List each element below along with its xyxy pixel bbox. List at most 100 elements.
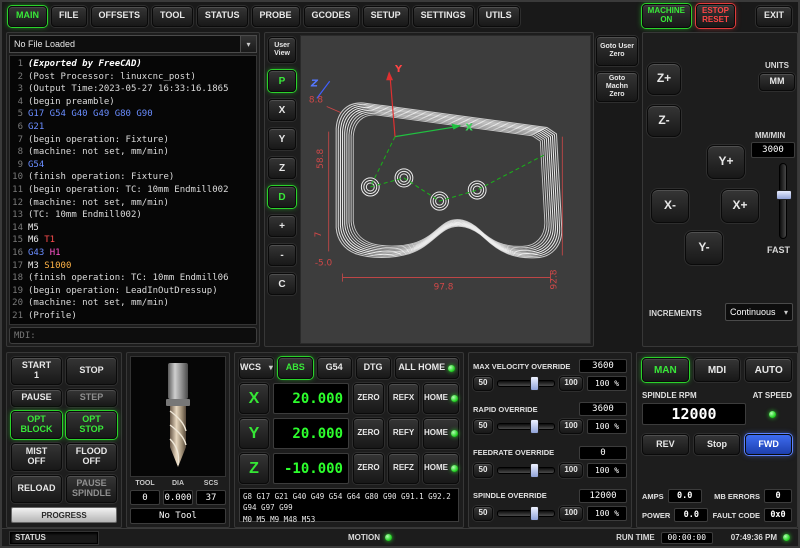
button-label: STOP — [79, 425, 103, 435]
view-button-+[interactable]: + — [268, 215, 296, 237]
override-slider[interactable] — [497, 510, 555, 517]
pause-spindle-button[interactable]: PAUSESPINDLE — [66, 475, 117, 503]
zero-z-button[interactable]: ZERO — [353, 453, 384, 484]
g54-button[interactable]: G54 — [317, 357, 352, 379]
axis-x-button[interactable]: X — [239, 383, 269, 414]
ref-x-button[interactable]: REFX — [388, 383, 419, 414]
override-value: 12000 — [579, 489, 627, 503]
pause-button[interactable]: PAUSE — [11, 389, 62, 407]
override-max-button[interactable]: 100 — [559, 376, 583, 391]
jog-x-minus-button[interactable]: X- — [651, 189, 689, 223]
jog-z-minus-button[interactable]: Z- — [647, 105, 681, 137]
view-button-user-view[interactable]: User View — [268, 37, 296, 63]
view-button-x[interactable]: X — [268, 99, 296, 121]
dro-value-x: 20.000 — [273, 383, 349, 414]
view-button-c[interactable]: C — [268, 273, 296, 295]
override-min-button[interactable]: 50 — [473, 376, 493, 391]
line-number: 4 — [10, 96, 28, 109]
home-x-button[interactable]: HOME — [423, 383, 459, 414]
override-max-button[interactable]: 100 — [559, 506, 583, 521]
spindle-fwd-button[interactable]: FWD — [745, 434, 792, 455]
tab-status[interactable]: STATUS — [197, 6, 248, 27]
home-z-button[interactable]: HOME — [423, 453, 459, 484]
man-mode-button[interactable]: MAN — [642, 358, 689, 382]
spindle-stop-button[interactable]: Stop — [694, 434, 741, 455]
opt-stop-button[interactable]: OPTSTOP — [66, 411, 117, 439]
goto-machn-zero-button[interactable]: Goto Machn Zero — [596, 72, 638, 102]
zero-y-button[interactable]: ZERO — [353, 418, 384, 449]
axis-y-button[interactable]: Y — [239, 418, 269, 449]
dtg-button[interactable]: DTG — [356, 357, 391, 379]
button-label: PAUSE — [21, 393, 51, 403]
jog-x-plus-button[interactable]: X+ — [721, 189, 759, 223]
slider-handle[interactable] — [530, 376, 539, 391]
view-button-z[interactable]: Z — [268, 157, 296, 179]
mdi-input[interactable] — [9, 327, 257, 344]
jog-z-plus-button[interactable]: Z+ — [647, 63, 681, 95]
flood-button[interactable]: FLOODOFF — [66, 443, 117, 471]
tab-settings[interactable]: SETTINGS — [413, 6, 474, 27]
slider-handle[interactable] — [776, 190, 792, 200]
abs-button[interactable]: ABS — [278, 357, 313, 379]
step-button[interactable]: STEP — [66, 389, 117, 407]
tab-tool[interactable]: TOOL — [152, 6, 193, 27]
tab-utils[interactable]: UTILS — [478, 6, 520, 27]
axis-z-button[interactable]: Z — [239, 453, 269, 484]
gcode-lines[interactable]: 1(Exported by FreeCAD)2(Post Processor: … — [9, 55, 257, 325]
preview-canvas[interactable]: X Y Z 97.8 92.8 58.8 8. — [300, 35, 591, 344]
increments-dropdown[interactable]: Continuous ▾ — [725, 303, 793, 321]
spindle-rev-button[interactable]: REV — [642, 434, 689, 455]
override-max-button[interactable]: 100 — [559, 419, 583, 434]
status-led — [451, 395, 458, 402]
ref-y-button[interactable]: REFY — [388, 418, 419, 449]
top-tabs: MAINFILEOFFSETSTOOLSTATUSPROBEGCODESSETU… — [8, 6, 520, 27]
override-min-button[interactable]: 50 — [473, 419, 493, 434]
file-selector[interactable]: No File Loaded ▾ — [9, 35, 257, 53]
tab-offsets[interactable]: OFFSETS — [91, 6, 149, 27]
view-button-y[interactable]: Y — [268, 128, 296, 150]
wcs-button[interactable]: WCS ▾ — [239, 357, 274, 379]
view-button-p[interactable]: P — [268, 70, 296, 92]
zero-x-button[interactable]: ZERO — [353, 383, 384, 414]
override-slider[interactable] — [497, 423, 555, 430]
home-y-button[interactable]: HOME — [423, 418, 459, 449]
view-button-d[interactable]: D — [268, 186, 296, 208]
override-slider[interactable] — [497, 380, 555, 387]
chevron-down-icon[interactable]: ▾ — [240, 36, 256, 52]
tab-gcodes[interactable]: GCODES — [304, 6, 359, 27]
mdi-mode-button[interactable]: MDI — [694, 358, 741, 382]
override-min-button[interactable]: 50 — [473, 463, 493, 478]
ref-z-button[interactable]: REFZ — [388, 453, 419, 484]
slider-handle[interactable] — [530, 463, 539, 478]
goto-user-zero-button[interactable]: Goto User Zero — [596, 36, 638, 66]
stop-button[interactable]: STOP — [66, 357, 117, 385]
estop-reset-button[interactable]: ESTOP RESET — [696, 4, 735, 28]
units-mm-button[interactable]: MM — [759, 73, 795, 91]
opt-block-button[interactable]: OPTBLOCK — [11, 411, 62, 439]
reload-button[interactable]: RELOAD — [11, 475, 62, 503]
jog-speed-slider[interactable] — [779, 163, 787, 239]
override-slider[interactable] — [497, 467, 555, 474]
mist-button[interactable]: MISTOFF — [11, 443, 62, 471]
line-text: (machine: not set, mm/min) — [28, 146, 169, 159]
view-button--[interactable]: - — [268, 244, 296, 266]
tab-setup[interactable]: SETUP — [363, 6, 409, 27]
start-button[interactable]: START1 — [11, 357, 62, 385]
jog-y-minus-button[interactable]: Y- — [685, 231, 723, 265]
tab-main[interactable]: MAIN — [8, 6, 47, 27]
mode-panel: MAN MDI AUTO SPINDLE RPM AT SPEED 12000 … — [636, 352, 798, 528]
tab-file[interactable]: FILE — [51, 6, 87, 27]
override-slider-row: 50100100 % — [473, 419, 627, 434]
tab-probe[interactable]: PROBE — [252, 6, 300, 27]
slider-handle[interactable] — [530, 419, 539, 434]
tool-col-value: 0.000 — [163, 490, 193, 505]
override-min-button[interactable]: 50 — [473, 506, 493, 521]
slider-handle[interactable] — [530, 506, 539, 521]
amps-value: 0.0 — [668, 489, 702, 503]
machine-on-button[interactable]: MACHINE ON — [642, 4, 691, 28]
all-home-button[interactable]: ALL HOME — [395, 357, 459, 379]
jog-y-plus-button[interactable]: Y+ — [707, 145, 745, 179]
override-max-button[interactable]: 100 — [559, 463, 583, 478]
auto-mode-button[interactable]: AUTO — [745, 358, 792, 382]
exit-button[interactable]: EXIT — [756, 6, 792, 27]
